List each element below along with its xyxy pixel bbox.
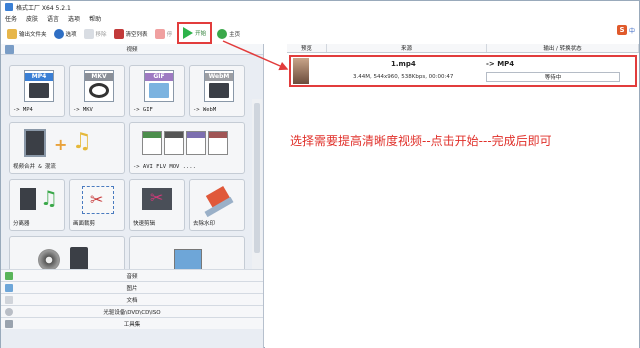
- toolset-icon: [5, 319, 13, 328]
- tile-to-mkv[interactable]: MKV -> MKV: [69, 65, 125, 117]
- webm-file-icon: WebM: [204, 70, 234, 102]
- category-toolset[interactable]: 工具集: [1, 317, 263, 329]
- category-audio[interactable]: 音频: [1, 269, 263, 281]
- play-icon: [183, 27, 194, 39]
- home-button[interactable]: 主页: [215, 26, 242, 42]
- col-preview[interactable]: 预览: [287, 44, 327, 52]
- col-output-status[interactable]: 输出 / 转换状态: [487, 44, 639, 52]
- tile-quick-cut[interactable]: ✂ 快速剪辑: [129, 179, 185, 231]
- stop-button[interactable]: 停: [153, 26, 175, 42]
- video-section-icon: [5, 45, 14, 54]
- disc-icon: [5, 307, 13, 316]
- folder-icon: [7, 29, 17, 39]
- tile-multi-format[interactable]: -> AVI FLV MOV ....: [129, 122, 245, 174]
- col-source[interactable]: 来源: [327, 44, 487, 52]
- menu-options[interactable]: 选项: [68, 14, 80, 23]
- options-button[interactable]: 选项: [52, 26, 79, 42]
- category-disc-device[interactable]: 光驱设备\DVD\CD\ISO: [1, 305, 263, 317]
- quick-cut-icon: ✂: [134, 184, 180, 217]
- video-thumbnail: [293, 58, 309, 84]
- multi-format-icon: [134, 127, 240, 160]
- instruction-annotation: 选择需要提高清晰度视频--点击开始---完成后即可: [290, 134, 552, 148]
- menu-language[interactable]: 语言: [47, 14, 59, 23]
- remove-icon: [83, 29, 94, 39]
- remove-button[interactable]: 移除: [82, 26, 109, 42]
- tile-to-gif[interactable]: GIF -> GIF: [129, 65, 185, 117]
- task-row[interactable]: 1.mp4 3.44M, 544x960, 538Kbps, 00:00:47 …: [289, 55, 637, 87]
- source-info: 3.44M, 544x960, 538Kbps, 00:00:47: [353, 74, 454, 80]
- home-icon: [217, 29, 228, 39]
- splitter-icon: ♫: [14, 184, 60, 217]
- window-title: 格式工厂 X64 5.2.1: [16, 4, 71, 12]
- clear-list-icon: [113, 29, 124, 39]
- ime-mode[interactable]: 中: [629, 26, 635, 35]
- crop-icon: ✂: [74, 184, 120, 217]
- tile-to-mp4[interactable]: MP4 -> MP4: [9, 65, 65, 117]
- category-image[interactable]: 图片: [1, 281, 263, 293]
- start-button[interactable]: 开始: [177, 22, 213, 44]
- video-merge-icon: + ♫: [14, 127, 120, 160]
- tile-splitter[interactable]: ♫ 分离器: [9, 179, 65, 231]
- menu-bar: 任务 皮肤 语言 选项 帮助: [1, 13, 639, 24]
- menu-help[interactable]: 帮助: [89, 14, 101, 23]
- sogou-ime-icon[interactable]: S: [616, 25, 627, 35]
- app-window: 格式工厂 X64 5.2.1 任务 皮肤 语言 选项 帮助 输出文件夹 选项 移…: [0, 0, 640, 348]
- document-icon: [5, 295, 13, 304]
- options-icon: [53, 29, 64, 39]
- menu-task[interactable]: 任务: [5, 14, 17, 23]
- video-section-header[interactable]: 视频: [1, 44, 263, 55]
- tile-to-webm[interactable]: WebM -> WebM: [189, 65, 245, 117]
- app-logo-icon: [5, 3, 13, 11]
- audio-icon: [5, 271, 13, 280]
- toolbar: 输出文件夹 选项 移除 清空列表 停 开始 主页: [1, 22, 639, 44]
- tile-crop[interactable]: ✂ 画面裁剪: [69, 179, 125, 231]
- tile-video-merge[interactable]: + ♫ 视频合并 & 混流: [9, 122, 125, 174]
- menu-skin[interactable]: 皮肤: [26, 14, 38, 23]
- output-format: -> MP4: [486, 60, 515, 68]
- title-bar: 格式工厂 X64 5.2.1: [1, 1, 639, 13]
- source-filename: 1.mp4: [391, 60, 416, 68]
- tile-remove-watermark[interactable]: 去除水印: [189, 179, 245, 231]
- remove-watermark-icon: [194, 184, 240, 218]
- gif-file-icon: GIF: [144, 70, 174, 102]
- clear-list-button[interactable]: 清空列表: [112, 26, 150, 42]
- image-icon: [5, 283, 13, 292]
- stop-icon: [154, 29, 165, 39]
- mp4-file-icon: MP4: [24, 70, 54, 102]
- category-document[interactable]: 文档: [1, 293, 263, 305]
- task-list-panel: 预览 来源 输出 / 转换状态 1.mp4 3.44M, 544x960, 53…: [265, 44, 639, 348]
- status-badge: 等待中: [486, 72, 620, 82]
- category-list: 音频 图片 文档 光驱设备\DVD\CD\ISO 工具集: [1, 269, 263, 329]
- mkv-file-icon: MKV: [84, 70, 114, 102]
- output-folder-button[interactable]: 输出文件夹: [5, 26, 49, 42]
- ime-tray: S 中: [616, 25, 635, 35]
- task-list-header: 预览 来源 输出 / 转换状态: [287, 44, 639, 53]
